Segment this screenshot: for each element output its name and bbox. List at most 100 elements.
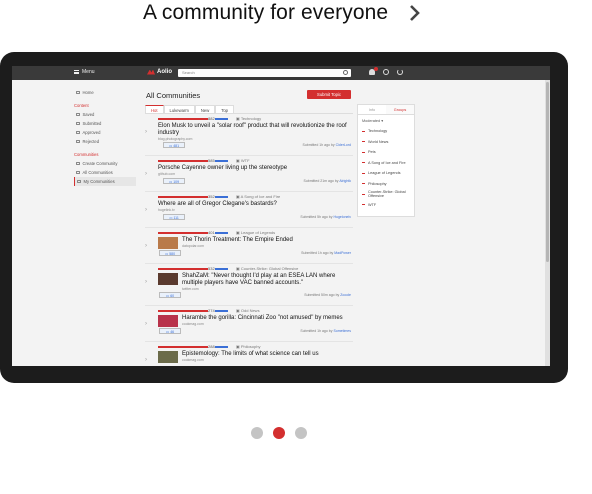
post-author[interactable]: MadPower [334,251,351,255]
post-title[interactable]: Epistemology: The limits of what science… [182,351,352,358]
post-community[interactable]: ▣ Odd News [236,308,260,313]
post-domain[interactable]: blog.photography.com [158,137,192,141]
post-thumbnail[interactable] [158,315,178,327]
post-item[interactable]: › 401 ▣ League of Legends The Thorin Treatm… [145,228,353,264]
tab-info[interactable]: Info [358,105,386,114]
search-icon[interactable] [343,70,348,75]
sidebar-item-submitted[interactable]: Submitted [74,119,136,128]
post-author[interactable]: Alrightk [339,179,351,183]
menu-button[interactable]: Menu [74,69,95,75]
post-community[interactable]: ▣ WTF [236,158,250,163]
post-score: 288 [208,344,215,349]
expand-chevron-icon[interactable]: › [145,321,147,327]
group-item[interactable]: Philosophy [358,179,414,190]
post-community[interactable]: ▣ League of Legends [236,230,275,235]
group-item[interactable]: Technology [358,126,414,137]
post-title[interactable]: The Thorin Treatment: The Empire Ended [182,237,352,244]
post-community[interactable]: ▣ Technology [236,116,261,121]
app-screen: Menu Aolio Search Home Content Saved Sub… [12,66,550,366]
sidebar-item-create-community[interactable]: Create Community [74,159,136,168]
submitted-icon [76,121,80,126]
post-thumbnail[interactable] [158,237,178,249]
downvote-bar [215,346,228,348]
tab-top[interactable]: Top [215,105,235,113]
post-score: 882 [208,116,215,121]
app-logo[interactable]: Aolio [147,69,172,75]
post-thumbnail[interactable] [158,273,178,285]
carousel-dot[interactable] [295,427,307,439]
scrollbar[interactable] [545,80,550,366]
group-item[interactable]: League of Legends [358,168,414,179]
post-title[interactable]: ShahZaM: "Never thought I'd play at an E… [182,273,352,287]
sidebar-item-saved[interactable]: Saved [74,110,136,119]
post-community[interactable]: ▣ Philosophy [236,344,260,349]
downvote-bar [215,232,228,234]
post-item[interactable]: › 352 ▣ A Song of Ice and Fire Where are al… [145,192,353,228]
settings-gear-icon[interactable] [383,69,389,75]
post-item[interactable]: › 274 ▣ Odd News Harambe the gorilla: Cinci… [145,306,353,342]
post-community[interactable]: ▣ A Song of Ice and Fire [236,194,280,199]
headline: A community for everyone [0,0,592,26]
post-item[interactable]: › 882 ▣ Technology Elon Musk to unveil a "s… [145,114,353,156]
upvote-bar [158,346,208,348]
sidebar-item-approved[interactable]: Approved [74,128,136,137]
post-title[interactable]: Harambe the gorilla: Cincinnati Zoo "not… [182,315,352,322]
post-title[interactable]: Elon Musk to unveil a "solar roof" produ… [158,123,352,137]
comments-button[interactable]: ▭ 60 [159,292,181,298]
expand-chevron-icon[interactable]: › [145,357,147,363]
scrollbar-thumb[interactable] [546,82,549,262]
post-domain[interactable]: cookmag.com [182,358,204,362]
post-author[interactable]: Hugelonelv [333,215,351,219]
post-thumbnail[interactable] [158,351,178,363]
tab-new[interactable]: New [194,105,216,113]
carousel-dot[interactable] [273,427,285,439]
post-item[interactable]: › 532 ▣ Counter-Strike: Global Offensive Sh… [145,264,353,306]
expand-chevron-icon[interactable]: › [145,171,147,177]
post-author[interactable]: Zooole [340,293,351,297]
post-author[interactable]: CiderLord [336,143,351,147]
post-item[interactable]: › 585 ▣ WTF Porsche Cayenne owner living up… [145,156,353,192]
post-title[interactable]: Where are all of Gregor Clegane's bastar… [158,201,352,208]
post-community[interactable]: ▣ Counter-Strike: Global Offensive [236,266,298,271]
expand-chevron-icon[interactable]: › [145,279,147,285]
group-item[interactable]: Pets [358,147,414,158]
group-item[interactable]: A Song of Ice and Fire [358,158,414,169]
post-domain[interactable]: hugelink.tv [158,208,175,212]
filter-dropdown[interactable]: Moderated ▾ [358,115,414,126]
tab-groups[interactable]: Groups [386,105,414,114]
carousel-dot[interactable] [251,427,263,439]
sidebar-item-home[interactable]: Home [74,88,136,97]
home-icon [76,90,80,95]
next-chevron-icon[interactable] [404,3,424,23]
notifications-bell-icon[interactable] [369,67,378,75]
comments-button[interactable]: ▭ 481 [163,142,185,148]
tab-lukewarm[interactable]: Lukewarm [163,105,195,113]
comments-button[interactable]: ▭ 111 [163,214,185,220]
comments-button[interactable]: ▭ 109 [163,178,185,184]
post-domain[interactable]: github.com [158,172,175,176]
post-meta: Submitted 1h ago by Sometimes [300,329,351,333]
comments-button[interactable]: ▭ 46 [159,328,181,334]
sidebar-item-all-communities[interactable]: All Communities [74,168,136,177]
logout-power-icon[interactable] [397,69,403,75]
sidebar-item-my-communities[interactable]: My Communities [74,177,136,186]
comments-button[interactable]: ▭ 580 [159,250,181,256]
group-item[interactable]: Counter-Strike: Global Offensive [358,189,414,200]
search-input[interactable]: Search [178,69,351,77]
post-domain[interactable]: cookmag.com [182,322,204,326]
submit-topic-button[interactable]: Submit Topic [307,90,351,99]
group-item[interactable]: WTF [358,200,414,211]
expand-chevron-icon[interactable]: › [145,129,147,135]
sidebar-item-rejected[interactable]: Rejected [74,137,136,146]
expand-chevron-icon[interactable]: › [145,243,147,249]
expand-chevron-icon[interactable]: › [145,207,147,213]
post-domain[interactable]: datopolar.com [182,244,204,248]
post-domain[interactable]: twitter.com [182,287,199,291]
grid-icon [76,170,80,175]
post-author[interactable]: Sometimes [333,329,351,333]
post-item[interactable]: › 288 ▣ Philosophy Epistemology: The limits… [145,342,353,366]
tab-hot[interactable]: Hot [145,105,164,113]
post-title[interactable]: Porsche Cayenne owner living up the ster… [158,165,352,172]
bullet-dash [362,141,365,143]
group-item[interactable]: World News [358,137,414,148]
